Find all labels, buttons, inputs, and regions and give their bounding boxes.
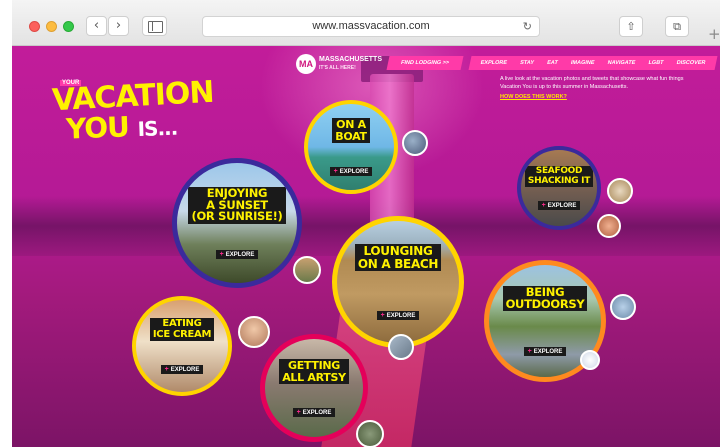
- massachusetts-logo[interactable]: MA MASSACHUSETTS IT'S ALL HERE!: [296, 54, 382, 74]
- url-text: www.massvacation.com: [312, 20, 430, 32]
- bubble-getting-all-artsy[interactable]: GETTING ALL ARTSY + EXPLORE: [260, 334, 368, 442]
- photo-thumbnail[interactable]: [607, 178, 633, 204]
- explore-button[interactable]: + EXPLORE: [537, 200, 581, 210]
- tabs-icon: ⧉: [673, 20, 681, 33]
- logo-name: MASSACHUSETTS: [319, 56, 383, 63]
- photo-thumbnail[interactable]: [356, 420, 384, 447]
- reload-icon[interactable]: ↻: [523, 17, 532, 36]
- explore-button[interactable]: + EXPLORE: [329, 166, 373, 176]
- bubble-lounging-on-a-beach[interactable]: LOUNGING ON A BEACH + EXPLORE: [332, 216, 464, 348]
- nav-item-imagine[interactable]: IMAGINE: [570, 60, 595, 66]
- nav-item-discover[interactable]: DISCOVER: [676, 60, 706, 66]
- forward-button[interactable]: ›: [108, 16, 129, 36]
- share-button[interactable]: ⇧: [619, 16, 643, 37]
- sidebar-toggle-button[interactable]: [142, 16, 167, 36]
- photo-thumbnail[interactable]: [388, 334, 414, 360]
- plus-icon: +: [164, 365, 169, 373]
- logo-tagline: IT'S ALL HERE!: [319, 65, 356, 71]
- zoom-window-button[interactable]: [63, 21, 74, 32]
- how-does-this-work-link[interactable]: HOW DOES THIS WORK?: [500, 94, 567, 100]
- nav-item-explore[interactable]: EXPLORE: [480, 60, 508, 66]
- find-lodging-button[interactable]: FIND LODGING >>: [386, 56, 464, 70]
- browser-window: ‹ › www.massvacation.com ↻ ⇧ ⧉ + MA MASS…: [12, 0, 720, 447]
- close-window-button[interactable]: [29, 21, 40, 32]
- nav-item-navigate[interactable]: NAVIGATE: [607, 60, 636, 66]
- plus-icon: +: [296, 408, 301, 416]
- chevron-left-icon: ‹: [93, 18, 100, 33]
- photo-thumbnail[interactable]: [580, 350, 600, 370]
- back-button[interactable]: ‹: [86, 16, 107, 36]
- hero-line-is: IS...: [137, 115, 178, 142]
- photo-thumbnail[interactable]: [293, 256, 321, 284]
- plus-icon: +: [527, 348, 532, 356]
- explore-button[interactable]: + EXPLORE: [292, 407, 336, 417]
- explore-button[interactable]: + EXPLORE: [523, 347, 567, 357]
- intro-description: A live look at the vacation photos and t…: [500, 76, 684, 90]
- bubble-seafood-shacking-it[interactable]: SEAFOOD SHACKING IT + EXPLORE: [517, 146, 601, 230]
- explore-button[interactable]: + EXPLORE: [376, 310, 420, 320]
- share-icon: ⇧: [626, 20, 636, 33]
- minimize-window-button[interactable]: [46, 21, 57, 32]
- explore-button[interactable]: + EXPLORE: [215, 250, 259, 260]
- photo-thumbnail[interactable]: [597, 214, 621, 238]
- new-tab-button[interactable]: +: [708, 25, 720, 43]
- plus-icon: +: [380, 311, 385, 319]
- nav-item-stay[interactable]: STAY: [519, 60, 534, 66]
- hero-title: YOUR VACATION YOU IS...: [51, 75, 214, 146]
- browser-toolbar: ‹ › www.massvacation.com ↻ ⇧ ⧉ +: [12, 0, 720, 46]
- plus-icon: +: [219, 251, 224, 259]
- photo-thumbnail[interactable]: [610, 294, 636, 320]
- hero-line-you: YOU: [65, 110, 130, 146]
- tab-overview-button[interactable]: ⧉: [665, 16, 689, 37]
- chevron-right-icon: ›: [115, 18, 122, 33]
- photo-thumbnail[interactable]: [402, 130, 428, 156]
- address-bar[interactable]: www.massvacation.com ↻: [202, 16, 540, 37]
- photo-thumbnail[interactable]: [238, 316, 270, 348]
- plus-icon: +: [541, 201, 546, 209]
- explore-button[interactable]: + EXPLORE: [160, 364, 204, 374]
- main-nav: EXPLORE STAY EAT IMAGINE NAVIGATE LGBT D…: [468, 56, 718, 70]
- nav-item-lgbt[interactable]: LGBT: [648, 60, 664, 66]
- logo-mark-icon: MA: [296, 54, 316, 74]
- plus-icon: +: [333, 167, 338, 175]
- web-page: MA MASSACHUSETTS IT'S ALL HERE! FIND LOD…: [12, 46, 720, 447]
- bubble-on-a-boat[interactable]: ON A BOAT + EXPLORE: [304, 100, 398, 194]
- nav-item-eat[interactable]: EAT: [546, 60, 558, 66]
- bubble-enjoying-a-sunset[interactable]: ENJOYING A SUNSET (OR SUNRISE!) + EXPLORE: [172, 158, 302, 288]
- bubble-eating-ice-cream[interactable]: EATING ICE CREAM + EXPLORE: [132, 296, 232, 396]
